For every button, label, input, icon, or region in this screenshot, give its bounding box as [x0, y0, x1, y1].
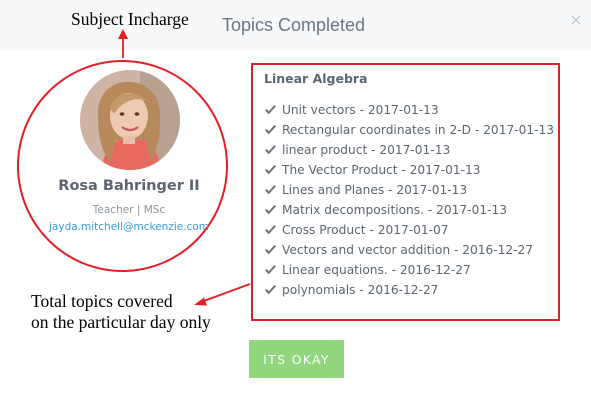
annotation-total-topics-line1: Total topics covered: [31, 291, 173, 311]
check-icon: [265, 245, 276, 255]
topic-label: Linear equations. - 2016-12-27: [282, 263, 471, 277]
list-item: polynomials - 2016-12-27: [264, 280, 554, 300]
topic-label: linear product - 2017-01-13: [282, 143, 451, 157]
close-button[interactable]: ×: [567, 10, 585, 30]
teacher-name: Rosa Bahringer II: [58, 178, 200, 194]
annotation-subject-incharge: Subject Incharge: [71, 9, 189, 29]
check-icon: [265, 285, 276, 295]
check-icon: [265, 185, 276, 195]
topic-label: Lines and Planes - 2017-01-13: [282, 183, 468, 197]
check-icon: [265, 145, 276, 155]
list-item: Vectors and vector addition - 2016-12-27: [264, 240, 554, 260]
topic-label: The Vector Product - 2017-01-13: [282, 163, 481, 177]
list-item: Linear equations. - 2016-12-27: [264, 260, 554, 280]
check-icon: [265, 265, 276, 275]
list-item: Rectangular coordinates in 2-D - 2017-01…: [264, 120, 554, 140]
list-item: Matrix decompositions. - 2017-01-13: [264, 200, 554, 220]
check-icon: [265, 225, 276, 235]
list-item: The Vector Product - 2017-01-13: [264, 160, 554, 180]
topic-label: polynomials - 2016-12-27: [282, 283, 439, 297]
topic-list: Unit vectors - 2017-01-13 Rectangular co…: [264, 100, 554, 300]
check-icon: [265, 165, 276, 175]
subject-heading: Linear Algebra: [264, 71, 368, 86]
check-icon: [265, 105, 276, 115]
check-icon: [265, 125, 276, 135]
annotation-total-topics-line2: on the particular day only: [31, 312, 211, 332]
list-item: linear product - 2017-01-13: [264, 140, 554, 160]
topic-label: Vectors and vector addition - 2016-12-27: [282, 243, 534, 257]
its-okay-button[interactable]: ITS OKAY: [249, 340, 344, 378]
topic-label: Cross Product - 2017-01-07: [282, 223, 449, 237]
topic-label: Matrix decompositions. - 2017-01-13: [282, 203, 507, 217]
topic-label: Unit vectors - 2017-01-13: [282, 103, 439, 117]
teacher-email-link[interactable]: jayda.mitchell@mckenzie.com: [0, 221, 258, 233]
list-item: Cross Product - 2017-01-07: [264, 220, 554, 240]
modal-title: Topics Completed: [222, 15, 366, 35]
check-icon: [265, 205, 276, 215]
annotation-total-topics: Total topics covered on the particular d…: [31, 291, 211, 333]
topic-label: Rectangular coordinates in 2-D - 2017-01…: [282, 123, 555, 137]
avatar-photo: [80, 70, 180, 170]
list-item: Lines and Planes - 2017-01-13: [264, 180, 554, 200]
avatar: [80, 70, 180, 170]
teacher-role: Teacher | MSc: [92, 204, 166, 216]
list-item: Unit vectors - 2017-01-13: [264, 100, 554, 120]
